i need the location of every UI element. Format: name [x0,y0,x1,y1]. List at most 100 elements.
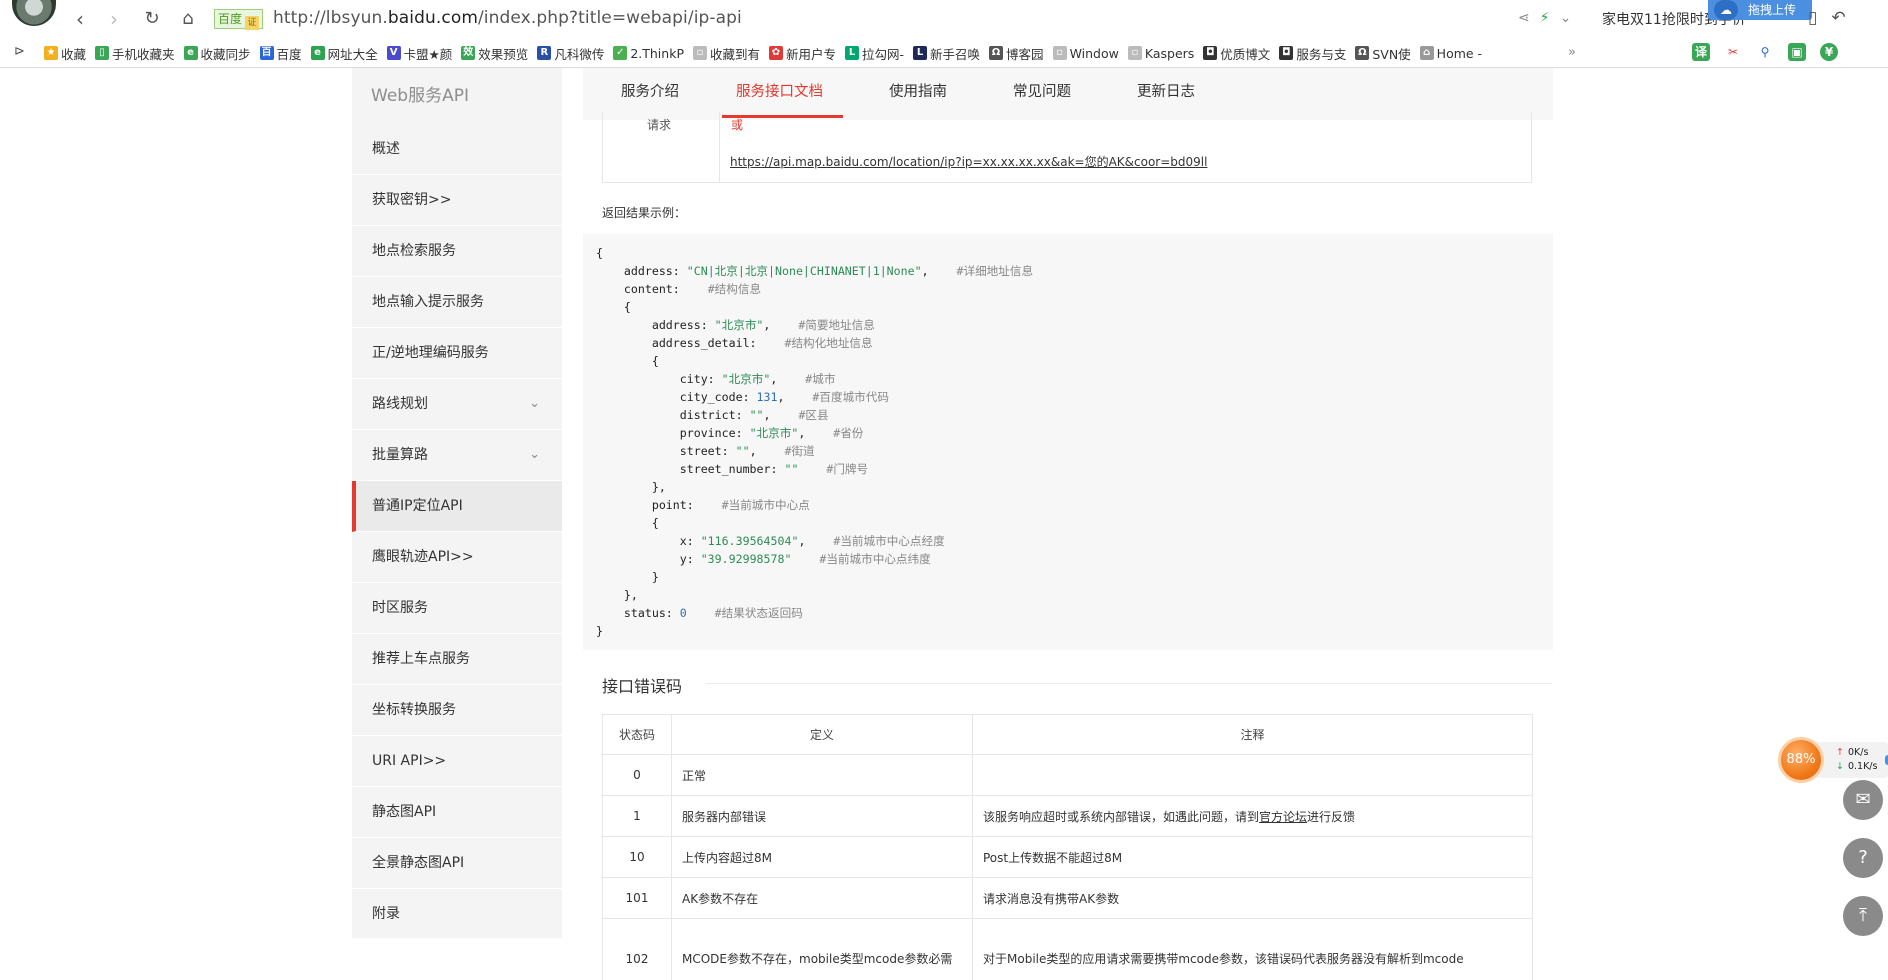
refresh-icon[interactable]: ↻ [140,7,164,31]
sidebar-item[interactable]: 路线规划 ⌄ [352,379,562,430]
bookmark-item[interactable]: ▫ Kaspers [1127,46,1194,61]
chat-icon[interactable]: ✉ [1843,780,1883,820]
back-icon[interactable]: ‹ [68,7,92,31]
bookmark-item[interactable]: 效效果预览 [461,44,528,63]
home-icon: ⌂ [1419,46,1434,60]
share-icon[interactable]: ⋖ [1518,10,1530,26]
note-cell: 该服务响应超时或系统内部错误，如遇此问题，请到官方论坛进行反馈 [972,795,1533,837]
bookmark-item[interactable]: R 凡科微传 [537,44,604,63]
bookmark-label: 手机收藏夹 [112,46,175,62]
sidebar-item-label: 全景静态图API [372,855,465,871]
bookmark-item[interactable]: ✿ 新用户专 [769,44,836,63]
leaf-icon: ✓ [613,46,628,60]
drag-upload-button[interactable]: ☁ 拖拽上传 [1708,0,1812,20]
l-icon: L [913,46,928,60]
home-icon[interactable]: ⌂ [176,7,200,31]
tablet-icon[interactable]: ▯ [1808,8,1817,28]
bookmark-item[interactable]: ⌂ Home - [1419,46,1482,61]
sidebar-title[interactable]: Web服务API [352,68,562,124]
address-actions: ⋖ ⚡ ⌄ [1518,10,1571,26]
bookmark-item[interactable]: L 新手召唤 [913,44,980,63]
sidebar-item[interactable]: 推荐上车点服务 [352,634,562,685]
sidebar-item[interactable]: URI API>> [352,736,562,787]
user-avatar[interactable] [12,0,56,26]
bookmark-item[interactable]: ▫ Window [1052,46,1119,61]
gamepad-icon[interactable]: ▣ [1788,43,1806,61]
bookmark-label: 网址大全 [327,46,378,62]
request-example-link[interactable]: https://api.map.baidu.com/location/ip?ip… [730,153,1207,170]
bookmark-item[interactable]: V 卡盟★颜 [386,44,452,63]
code-text: , [749,444,785,458]
code-text: { [596,300,631,314]
code-text: , [763,408,799,422]
code-text: } [596,624,603,638]
bookmark-item[interactable]: ✓ 2.ThinkP [613,46,684,61]
example-label: 返回结果示例： [602,206,687,220]
forum-link[interactable]: 官方论坛 [1259,810,1307,824]
chevron-down-icon[interactable]: ⌄ [529,430,540,480]
sidebar-item[interactable]: 地点输入提示服务 [352,277,562,328]
status-code-cell: 10 [602,836,672,878]
sidebar-item[interactable]: 附录 [352,889,562,940]
forward-icon[interactable]: › [102,7,126,31]
scissors-icon[interactable]: ✂ [1724,43,1742,61]
code-line: city_code: 131, #百度城市代码 [596,388,1553,406]
chevron-down-icon[interactable]: ⌄ [529,379,540,429]
sidebar-item[interactable]: 获取密钥>> [352,175,562,226]
response-code-block: { address: "CN|北京|北京|None|CHINANET|1|Non… [583,234,1553,650]
bookmark-item[interactable]: ★ 收藏 [44,44,86,63]
sidebar-item[interactable]: 坐标转换服务 [352,685,562,736]
bookmark-item[interactable]: e 网址大全 [310,44,378,63]
sidebar-item[interactable]: 批量算路 ⌄ [352,430,562,481]
sidebar-item-label: 时区服务 [372,600,428,616]
code-comment: #结构化地址信息 [784,336,873,350]
shield-icon[interactable]: ¥ [1820,43,1838,61]
bookmark-item[interactable]: ◘ 服务与支 [1279,44,1346,63]
bookmark-item[interactable]: ▫ 收藏到有 [692,44,760,63]
header-definition: 定义 [671,714,973,755]
code-line: street_number: "" #门牌号 [596,460,1553,478]
translate-extension-icon[interactable]: 译 [1692,43,1710,61]
bookmark-item[interactable]: e 收藏同步 [183,44,251,63]
sidebar-item[interactable]: 普通IP定位API [352,481,562,532]
sidebar-item[interactable]: 正/逆地理编码服务 [352,328,562,379]
sidebar-item-label: 地点检索服务 [372,243,456,259]
sidebar-item[interactable]: 鹰眼轨迹API>> [352,532,562,583]
header-status-code: 状态码 [602,714,672,755]
bookmark-item[interactable]: Ω 博客园 [989,44,1044,63]
lightning-icon[interactable]: ⚡ [1540,10,1550,26]
code-line: district: "", #区县 [596,406,1553,424]
undo-icon[interactable]: ↶ [1831,8,1845,28]
code-text: { [596,246,603,260]
back-to-top-icon[interactable]: ⤒ [1843,896,1883,936]
bookmark-item[interactable]: 百百度 [259,44,302,63]
bookmark-item[interactable]: ▯ 手机收藏夹 [95,44,175,63]
sidebar-item[interactable]: 全景静态图API [352,838,562,889]
note-text: 请求消息没有携带AK参数 [983,891,1120,906]
site-verified-badge[interactable]: 百度证 [214,9,264,30]
memory-percent-ball[interactable]: 88% [1778,737,1824,783]
bookmark-item[interactable]: L 拉勾网- [845,44,904,63]
help-icon[interactable]: ? [1843,838,1883,878]
code-line: content: #结构信息 [596,280,1553,298]
code-line: } [596,622,1553,640]
bookmark-item[interactable]: ◘ 优质博文 [1203,44,1270,63]
network-monitor-widget[interactable]: ↑ 0K/s ↓ 0.1K/s 88% [1778,737,1888,785]
sidebar-item[interactable]: 地点检索服务 [352,226,562,277]
upload-arrow-icon: ↑ [1836,747,1844,758]
bookmark-item[interactable]: Ω SVN使 [1355,44,1411,63]
sidebar-item[interactable]: 时区服务 [352,583,562,634]
table-row: 1 服务器内部错误 该服务响应超时或系统内部错误，如遇此问题，请到官方论坛进行反馈 [602,795,1533,837]
dropdown-icon[interactable]: ⌄ [1560,10,1572,26]
sidebar-item[interactable]: 静态图API [352,787,562,838]
lagou-icon: L [845,46,860,60]
note-text: 对于Mobile类型的应用请求需要携带mcode参数，该错误码代表服务器没有解析… [983,951,1464,966]
sidebar-item[interactable]: 概述 [352,124,562,175]
more-bookmarks-icon[interactable]: » [1568,45,1576,60]
url-field[interactable]: http://lbsyun.baidu.com/index.php?title=… [273,8,742,28]
search-icon[interactable]: ⚲ [1756,43,1774,61]
sidebar-toggle-icon[interactable]: ⊳ [14,44,25,59]
extension-icons: 译 ✂ ⚲ ▣ ¥ [1692,43,1838,61]
browser-address-bar: ‹ › ↻ ⌂ 百度证 http://lbsyun.baidu.com/inde… [0,0,1888,38]
